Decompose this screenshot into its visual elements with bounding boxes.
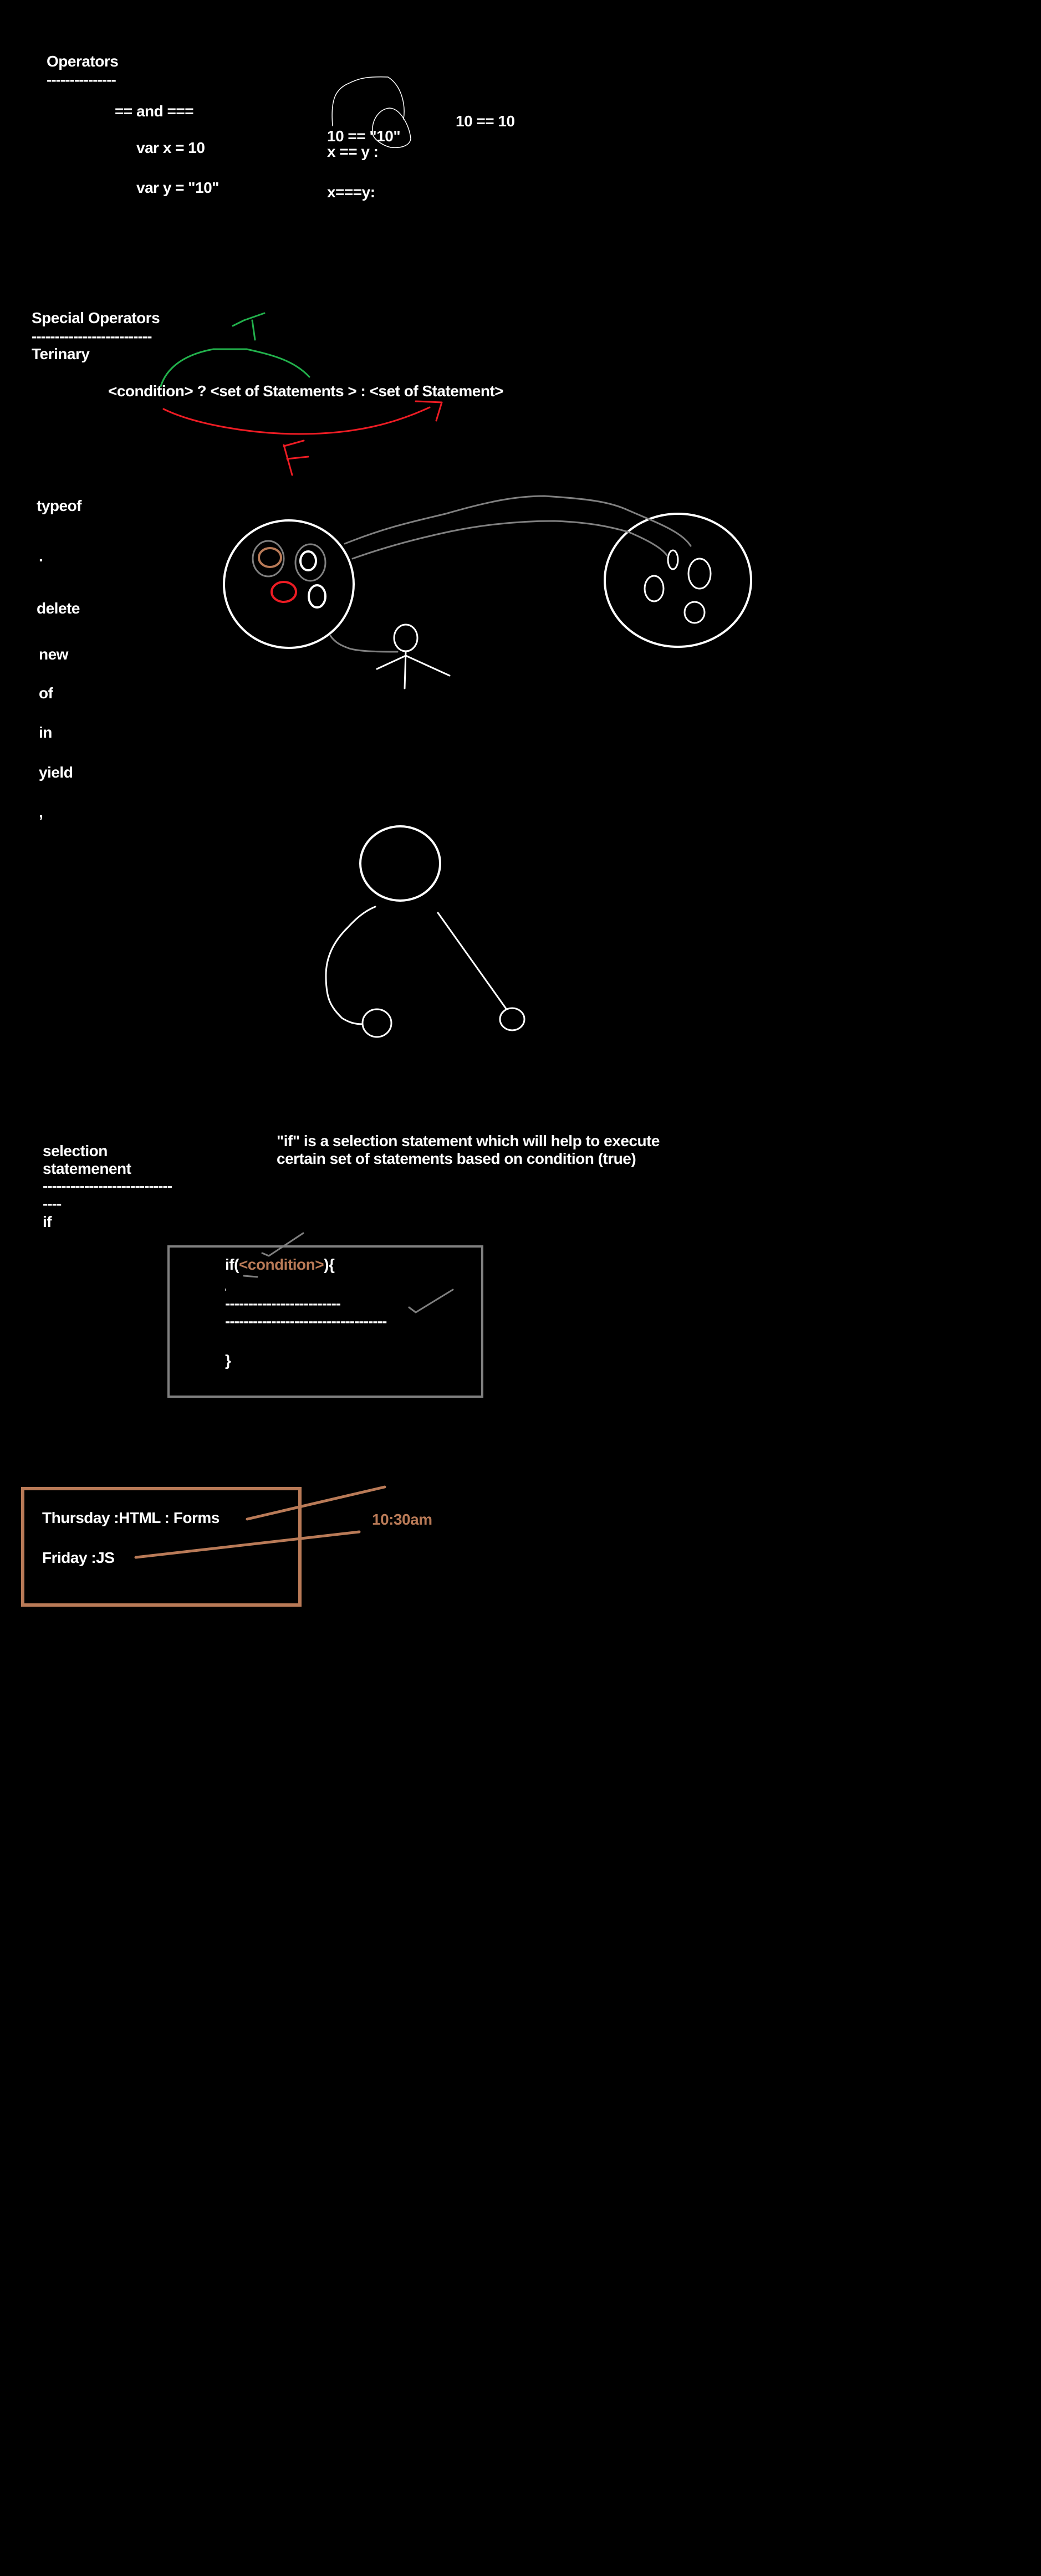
- copied-property-1: [667, 549, 679, 570]
- left-object-circle: [223, 519, 355, 649]
- thursday-time-line: [246, 1485, 386, 1521]
- true-t-mark: [232, 312, 266, 341]
- condition-underline-mark: [243, 1275, 258, 1278]
- figure-right-hand: [499, 1007, 525, 1031]
- stick-figure-head: [393, 623, 419, 652]
- reference-line-upper: [344, 495, 692, 547]
- copied-property-2: [687, 558, 712, 590]
- loop-annotation-large: [331, 76, 405, 126]
- figure-left-arm: [325, 906, 376, 1025]
- figure-left-hand: [361, 1008, 392, 1038]
- copied-property-4: [683, 601, 706, 624]
- friday-time-line: [134, 1530, 361, 1559]
- true-branch-arc: [160, 348, 310, 387]
- loop-annotation-small: [372, 108, 411, 149]
- property-red: [271, 581, 297, 603]
- copied-property-3: [644, 575, 665, 602]
- figure-head: [359, 825, 441, 902]
- checkmark-icon: [408, 1289, 454, 1313]
- person-link-line: [329, 635, 399, 653]
- false-branch-arc: [162, 406, 431, 435]
- highlight-scribble-1: [252, 540, 285, 577]
- false-f-mark: [283, 439, 309, 476]
- ink-layer: [134, 76, 752, 1559]
- stick-figure-body: [376, 650, 451, 689]
- property-white-1: [299, 550, 317, 571]
- figure-right-arm: [437, 912, 507, 1010]
- property-white-2: [308, 584, 326, 609]
- checkmark-icon: [261, 1232, 304, 1257]
- property-brown: [258, 547, 282, 568]
